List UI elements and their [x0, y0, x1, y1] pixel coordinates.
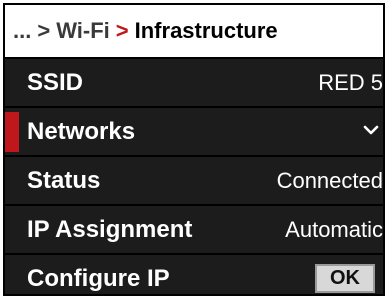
breadcrumb-ellipsis[interactable]: ...	[13, 18, 31, 44]
breadcrumb-separator-active: >	[115, 18, 129, 43]
breadcrumb-separator: >	[37, 18, 51, 43]
chevron-down-icon[interactable]	[363, 122, 379, 138]
menu-item-configure-ip[interactable]: Configure IP OK	[5, 255, 383, 294]
menu-item-ip-assignment[interactable]: IP Assignment Automatic	[5, 206, 383, 253]
configure-ip-label: Configure IP	[27, 264, 170, 292]
ok-button[interactable]: OK	[315, 264, 375, 293]
ssid-value: RED 5	[318, 69, 383, 95]
status-value: Connected	[276, 167, 383, 193]
networks-label: Networks	[27, 117, 136, 145]
breadcrumb-item-wifi[interactable]: Wi-Fi	[56, 18, 110, 44]
wifi-infrastructure-menu: ... > Wi-Fi > Infrastructure SSID RED 5 …	[3, 3, 385, 296]
ssid-label: SSID	[27, 68, 84, 96]
ip-assignment-label: IP Assignment	[27, 215, 193, 243]
status-label: Status	[27, 166, 101, 194]
menu-item-ssid[interactable]: SSID RED 5	[5, 59, 383, 106]
menu-item-networks[interactable]: Networks	[5, 108, 383, 155]
menu-item-status[interactable]: Status Connected	[5, 157, 383, 204]
selection-indicator	[5, 112, 19, 152]
breadcrumb: ... > Wi-Fi > Infrastructure	[5, 5, 383, 57]
breadcrumb-item-current: Infrastructure	[134, 18, 278, 43]
ip-assignment-value: Automatic	[285, 216, 383, 242]
